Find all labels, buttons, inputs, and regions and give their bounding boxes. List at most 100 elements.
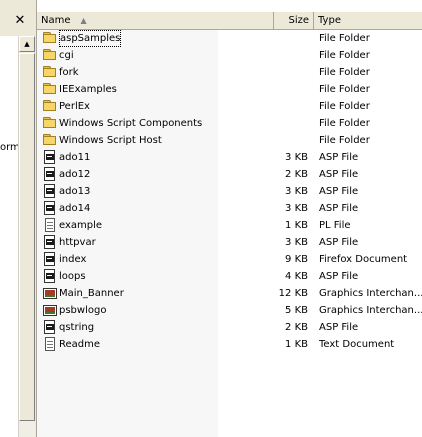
- asp-file-icon: [43, 201, 57, 215]
- file-list-pane: Name ▲ Size Type aspSamples File Folder cgi…: [37, 0, 422, 437]
- file-name: fork: [59, 67, 79, 78]
- file-type: Graphics Interchan...: [319, 288, 422, 299]
- file-type: File Folder: [319, 84, 370, 95]
- file-name: PerlEx: [59, 101, 90, 112]
- file-size: 1 KB: [285, 220, 308, 231]
- folder-icon: [43, 48, 57, 62]
- folders-pane: ✕ orm ▲: [0, 0, 37, 437]
- asp-file-icon: [43, 184, 57, 198]
- file-type: ASP File: [319, 203, 359, 214]
- file-name: index: [59, 254, 87, 265]
- file-name: aspSamples: [59, 30, 122, 47]
- file-type: File Folder: [319, 135, 370, 146]
- file-name: qstring: [59, 322, 95, 333]
- file-list: aspSamples File Folder cgi File Folder fork F…: [37, 30, 422, 353]
- folder-icon: [43, 116, 57, 130]
- folder-icon: [43, 31, 57, 45]
- file-size: 2 KB: [285, 322, 308, 333]
- file-type: ASP File: [319, 237, 359, 248]
- file-row[interactable]: cgi File Folder: [37, 47, 422, 64]
- file-size: 3 KB: [285, 203, 308, 214]
- file-row[interactable]: ado12 2 KB ASP File: [37, 166, 422, 183]
- file-row[interactable]: Readme 1 KB Text Document: [37, 336, 422, 353]
- file-row[interactable]: httpvar 3 KB ASP File: [37, 234, 422, 251]
- file-size: 3 KB: [285, 152, 308, 163]
- file-size: 3 KB: [285, 186, 308, 197]
- file-type: File Folder: [319, 50, 370, 61]
- asp-file-icon: [43, 150, 57, 164]
- asp-file-icon: [43, 235, 57, 249]
- file-name: ado13: [59, 186, 91, 197]
- file-size: 3 KB: [285, 237, 308, 248]
- file-name: Windows Script Components: [59, 118, 203, 129]
- file-type: File Folder: [319, 101, 370, 112]
- asp-file-icon: [43, 320, 57, 334]
- file-size: 9 KB: [285, 254, 308, 265]
- file-name: Main_Banner: [59, 288, 124, 299]
- file-row[interactable]: Windows Script Host File Folder: [37, 132, 422, 149]
- close-pane-button[interactable]: ✕: [12, 13, 28, 29]
- scroll-up-button[interactable]: ▲: [19, 36, 35, 52]
- file-type: Text Document: [319, 339, 395, 350]
- folder-icon: [43, 82, 57, 96]
- file-name: example: [59, 220, 103, 231]
- folder-icon: [43, 99, 57, 113]
- column-header-name-label: Name: [41, 15, 71, 26]
- file-name: Windows Script Host: [59, 135, 162, 146]
- column-header-bar: Name ▲ Size Type: [37, 12, 422, 30]
- column-header-type[interactable]: Type: [314, 12, 422, 30]
- folder-icon: [43, 133, 57, 147]
- file-type: ASP File: [319, 271, 359, 282]
- file-row[interactable]: IEExamples File Folder: [37, 81, 422, 98]
- file-row[interactable]: example 1 KB PL File: [37, 217, 422, 234]
- file-type: ASP File: [319, 152, 359, 163]
- file-type: File Folder: [319, 67, 370, 78]
- file-row[interactable]: ado14 3 KB ASP File: [37, 200, 422, 217]
- file-row[interactable]: qstring 2 KB ASP File: [37, 319, 422, 336]
- text-file-icon: [43, 218, 57, 232]
- file-row[interactable]: aspSamples File Folder: [37, 30, 422, 47]
- column-header-name[interactable]: Name ▲: [37, 12, 274, 30]
- file-type: File Folder: [319, 33, 370, 44]
- image-file-icon: [43, 286, 57, 300]
- file-size: 1 KB: [285, 339, 308, 350]
- file-row[interactable]: psbwlogo 5 KB Graphics Interchan...: [37, 302, 422, 319]
- vertical-scrollbar[interactable]: ▲: [18, 36, 35, 437]
- file-row[interactable]: ado11 3 KB ASP File: [37, 149, 422, 166]
- image-file-icon: [43, 303, 57, 317]
- file-type: ASP File: [319, 322, 359, 333]
- scrollbar-thumb[interactable]: [19, 53, 35, 421]
- file-type: File Folder: [319, 118, 370, 129]
- file-row[interactable]: index 9 KB Firefox Document: [37, 251, 422, 268]
- file-name: httpvar: [59, 237, 96, 248]
- file-name: ado11: [59, 152, 91, 163]
- column-header-size[interactable]: Size: [274, 12, 314, 30]
- file-row[interactable]: Windows Script Components File Folder: [37, 115, 422, 132]
- folder-icon: [43, 65, 57, 79]
- asp-file-icon: [43, 167, 57, 181]
- file-name: ado14: [59, 203, 91, 214]
- file-name: IEExamples: [59, 84, 117, 95]
- file-size: 4 KB: [285, 271, 308, 282]
- file-row[interactable]: loops 4 KB ASP File: [37, 268, 422, 285]
- file-row[interactable]: fork File Folder: [37, 64, 422, 81]
- file-size: 2 KB: [285, 169, 308, 180]
- asp-file-icon: [43, 269, 57, 283]
- file-name: loops: [59, 271, 86, 282]
- truncated-tree-label[interactable]: orm: [0, 142, 18, 153]
- file-type: Firefox Document: [319, 254, 408, 265]
- file-row[interactable]: ado13 3 KB ASP File: [37, 183, 422, 200]
- file-row[interactable]: Main_Banner 12 KB Graphics Interchan...: [37, 285, 422, 302]
- file-size: 12 KB: [278, 288, 308, 299]
- file-name: ado12: [59, 169, 91, 180]
- file-type: ASP File: [319, 169, 359, 180]
- file-type: ASP File: [319, 186, 359, 197]
- file-size: 5 KB: [285, 305, 308, 316]
- folders-tree: orm: [0, 36, 18, 437]
- file-type: PL File: [319, 220, 351, 231]
- asp-file-icon: [43, 252, 57, 266]
- file-row[interactable]: PerlEx File Folder: [37, 98, 422, 115]
- file-name: psbwlogo: [59, 305, 107, 316]
- text-file-icon: [43, 337, 57, 351]
- sort-ascending-icon: ▲: [80, 16, 87, 25]
